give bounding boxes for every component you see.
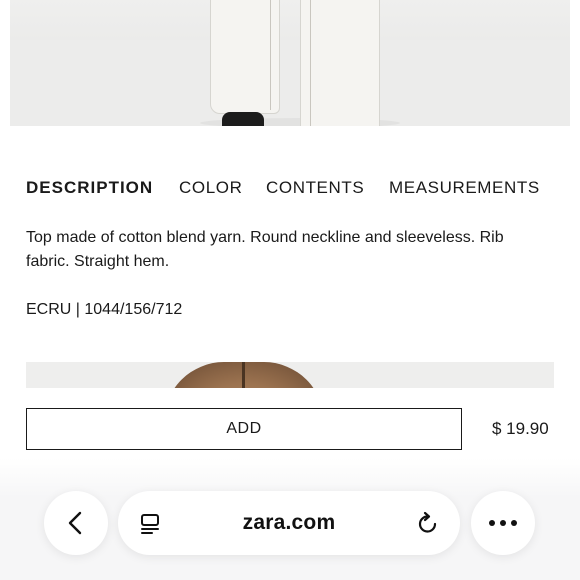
shoe [222, 112, 264, 126]
product-reference: ECRU | 1044/156/712 [26, 301, 183, 318]
address-bar[interactable]: zara.com [118, 491, 460, 555]
product-image-second[interactable] [26, 362, 554, 388]
tab-contents[interactable]: CONTENTS [266, 178, 364, 198]
add-to-cart-bar: ADD $ 19.90 [0, 388, 580, 458]
hair-part [242, 362, 245, 388]
tab-description[interactable]: DESCRIPTION [26, 178, 153, 198]
floor-backdrop [10, 40, 570, 126]
chevron-left-icon [68, 511, 82, 535]
reload-icon[interactable] [416, 511, 440, 535]
product-image-top[interactable] [10, 0, 570, 126]
product-description: Top made of cotton blend yarn. Round nec… [26, 229, 504, 270]
url-text[interactable]: zara.com [118, 511, 460, 535]
trouser-leg-right [300, 0, 380, 126]
tab-color[interactable]: COLOR [179, 178, 242, 198]
tab-measurements[interactable]: MEASUREMENTS [389, 178, 540, 198]
back-button[interactable] [44, 491, 108, 555]
trouser-seam [270, 0, 271, 110]
add-button[interactable]: ADD [26, 408, 462, 450]
product-info-tabs: DESCRIPTION COLOR CONTENTS MEASUREMENTS [26, 178, 554, 200]
trouser-seam [310, 0, 311, 126]
more-button[interactable] [471, 491, 535, 555]
product-price: $ 19.90 [492, 419, 549, 438]
more-icon [489, 520, 517, 526]
